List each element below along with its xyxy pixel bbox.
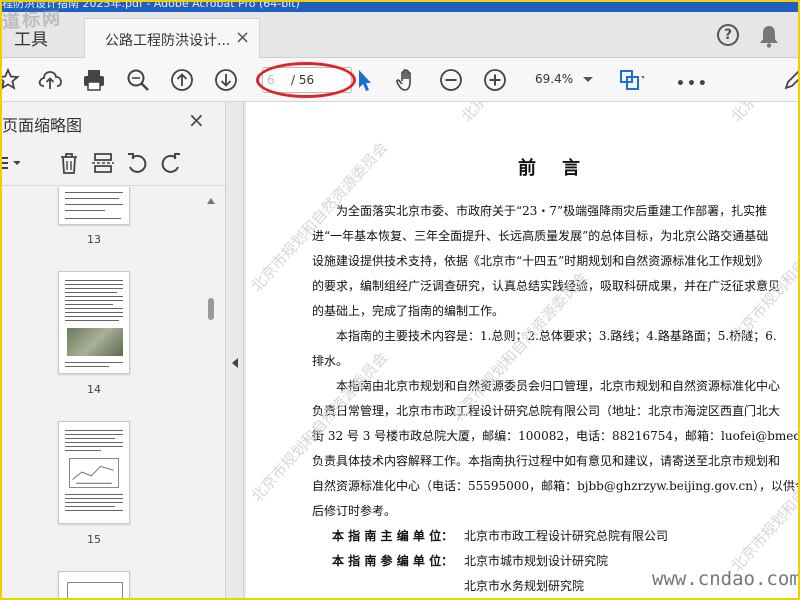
body-line: 负责具体技术内容解释工作。本指南执行过程中如有意见和建议，请寄送至北京市规划和 [312, 454, 781, 468]
close-panel-icon[interactable]: × [188, 108, 205, 132]
page-thumbnail-13[interactable] [58, 187, 130, 225]
document-watermark: 北京市规划和自然资源委员会 [456, 102, 602, 126]
body-line: 负责日常管理，北京市市政工程设计研究总院有限公司（地址：北京市海淀区西直门北大 [312, 404, 781, 418]
scroll-up-arrow[interactable] [207, 198, 215, 204]
zoom-out-icon[interactable] [437, 66, 465, 94]
page-thumbnail-16[interactable] [58, 571, 130, 600]
chevron-left-icon[interactable] [232, 358, 238, 368]
main-toolbar: 6 / 56 69.4% ••• [0, 58, 800, 102]
chevron-down-icon[interactable] [583, 77, 593, 82]
panel-collapse-strip[interactable] [226, 102, 244, 600]
body-line: 自然资源标准化中心（电话：55595000，邮箱：bjbb@ghzrzyw.be… [312, 479, 800, 493]
scroll-thumb[interactable] [208, 298, 214, 320]
body-line: 排水。 [312, 354, 349, 368]
page-thumbnail-14[interactable] [58, 271, 130, 374]
page-thumbnail-number: 13 [87, 233, 101, 246]
page-thumbnail-number: 14 [87, 383, 101, 396]
zoom-level-value[interactable]: 69.4% [535, 72, 573, 86]
page-thumbnail-15[interactable] [58, 421, 130, 524]
body-line: 本指南的主要技术内容是：1.总则；2.总体要求；3.路线；4.路基路面；5.桥隧… [336, 329, 777, 343]
select-cursor-icon[interactable] [350, 66, 378, 94]
pdf-page: 前言 为全面落实北京市委、市政府关于“23・7”极端强降雨灾后重建工作部署，扎实… [246, 102, 800, 600]
body-line: 街 32 号 3 号楼市政总院大厦，邮编：100082，电话：88216754，… [312, 429, 800, 443]
thumbnail-toolbar [0, 142, 226, 186]
thumbnail-photo [67, 328, 123, 356]
crop-icon[interactable] [616, 66, 647, 94]
body-line: 为全面落实北京市委、市政府关于“23・7”极端强降雨灾后重建工作部署，扎实推 [336, 204, 768, 218]
page-up-icon[interactable] [168, 66, 196, 94]
delete-icon[interactable] [56, 150, 82, 176]
document-tab-label: 公路工程防洪设计... [105, 33, 231, 49]
zoom-in-icon[interactable] [481, 66, 509, 94]
coeditor-value-2: 北京市水务规划研究院 [464, 579, 585, 593]
hand-icon[interactable] [393, 66, 421, 94]
rotate-ccw-icon[interactable] [124, 150, 150, 176]
panel-title: 页面缩略图 [2, 116, 83, 135]
star-icon[interactable] [0, 66, 22, 94]
upload-icon[interactable] [36, 66, 64, 94]
more-options-icon[interactable]: ••• [676, 76, 709, 92]
zoom-search-icon[interactable] [124, 66, 152, 94]
thumbnail-diagram [69, 458, 119, 488]
body-line: 进“一年基本恢复、三年全面提升、长远高质量发展”的总体目标，为北京公路交通基础 [312, 229, 769, 243]
tab-document[interactable]: 公路工程防洪设计... × [84, 18, 260, 58]
editor-value: 北京市市政工程设计研究总院有限公司 [464, 529, 669, 543]
help-icon[interactable]: ? [717, 24, 739, 46]
close-tab-icon[interactable]: × [235, 27, 250, 48]
page-down-icon[interactable] [212, 66, 240, 94]
pen-icon[interactable] [780, 66, 800, 94]
document-view[interactable]: 前言 为全面落实北京市委、市政府关于“23・7”极端强降雨灾后重建工作部署，扎实… [244, 102, 800, 600]
site-logo-watermark: 道标网 [1, 7, 63, 34]
site-watermark: www.cndao.com [652, 568, 800, 590]
print-icon[interactable] [80, 66, 108, 94]
window-title-bar: 程防洪设计指南 2025年.pdf - Adobe Acrobat Pro (6… [0, 0, 800, 12]
coeditor-label: 本 指 南 参 编 单 位： [332, 554, 454, 568]
body-line: 本指南由北京市规划和自然资源委员会归口管理，北京市规划和自然资源标准化中心 [336, 379, 781, 393]
zoom-level-dropdown[interactable]: 69.4% [527, 67, 597, 93]
editor-label: 本 指 南 主 编 单 位： [332, 529, 454, 543]
document-watermark: 北京市规划和自然资源委员会 [726, 102, 800, 126]
red-circle-annotation [256, 62, 356, 98]
page-thumbnail-number: 15 [87, 533, 101, 546]
bell-icon[interactable] [758, 24, 780, 48]
options-icon[interactable] [0, 150, 21, 176]
body-line: 后修订时参考。 [312, 504, 397, 518]
page-heading: 前言 [518, 158, 606, 179]
thumbnail-list: 13 14 15 [0, 187, 222, 600]
coeditor-value: 北京市城市规划设计研究院 [464, 554, 609, 568]
body-line: 的要求，编制组经广泛调查研究，认真总结实践经验，吸取科研成果，并在广泛征求意见 [312, 279, 781, 293]
rotate-cw-icon[interactable] [158, 150, 184, 176]
body-line: 设施建设提供技术支持，依据《北京市“十四五”时期规划和自然资源标准化工作规划》 [312, 254, 769, 268]
extract-icon[interactable] [90, 150, 116, 176]
thumbnail-scrollbar[interactable] [207, 198, 215, 600]
page-thumbnails-panel: 页面缩略图 × 13 14 15 [0, 102, 226, 600]
tab-bar: 工具 公路工程防洪设计... × ? [0, 12, 800, 58]
thumbnail-diagram [67, 582, 123, 600]
body-line: 的基础上，完成了指南的编制工作。 [312, 304, 505, 318]
